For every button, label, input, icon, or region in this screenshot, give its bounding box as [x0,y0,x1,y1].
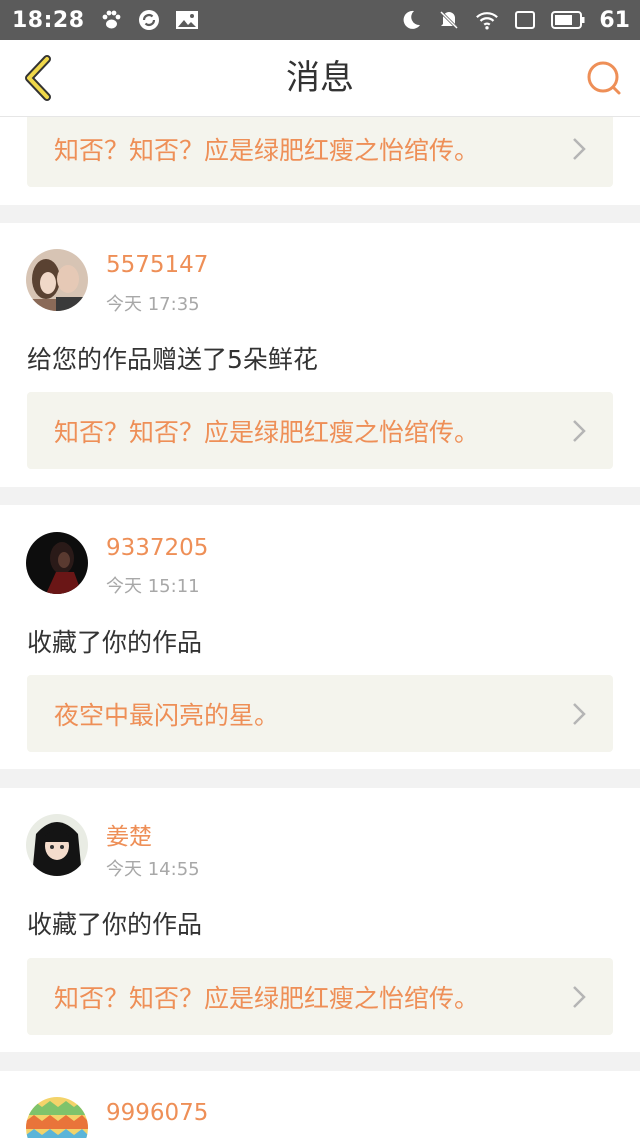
chevron-right-icon [559,129,599,169]
message-card: 9996075 [0,1071,640,1138]
screen-icon [513,8,537,32]
nav-bar: 消息 [0,40,640,117]
username[interactable]: 9996075 [106,1100,208,1126]
work-title: 夜空中最闪亮的星。 [54,700,280,730]
chevron-right-icon [559,977,599,1017]
work-title: 知否？知否？应是绿肥红瘦之怡绾传。 [54,135,480,165]
work-link[interactable]: 夜空中最闪亮的星。 [27,675,613,752]
message-text: 给您的作品赠送了5朵鲜花 [27,345,318,374]
status-bar-left: 18:28 [12,8,199,33]
avatar[interactable] [26,814,88,876]
moon-icon [399,8,423,32]
timestamp: 今天 15:11 [106,576,200,597]
work-link[interactable]: 知否？知否？应是绿肥红瘦之怡绾传。 [27,392,613,469]
mute-icon [437,8,461,32]
message-card: 姜楚 今天 14:55 收藏了你的作品 知否？知否？应是绿肥红瘦之怡绾传。 [0,788,640,1052]
timestamp: 今天 17:35 [106,294,200,315]
search-icon [587,61,621,95]
message-card: 5575147 今天 17:35 给您的作品赠送了5朵鲜花 知否？知否？应是绿肥… [0,223,640,487]
work-title: 知否？知否？应是绿肥红瘦之怡绾传。 [54,417,480,447]
status-bar-right: 61 [399,8,630,33]
image-icon [175,8,199,32]
avatar[interactable] [26,249,88,311]
search-button[interactable] [582,56,626,100]
username[interactable]: 9337205 [106,535,208,561]
work-link[interactable]: 知否？知否？应是绿肥红瘦之怡绾传。 [27,958,613,1035]
avatar[interactable] [26,532,88,594]
message-text: 收藏了你的作品 [27,628,203,657]
clock: 18:28 [12,7,85,33]
message-text: 收藏了你的作品 [27,910,203,939]
sync-icon [137,8,161,32]
paw-icon [99,8,123,32]
battery-level: 61 [599,7,630,33]
message-card: 知否？知否？应是绿肥红瘦之怡绾传。 [0,117,640,205]
username[interactable]: 5575147 [106,252,208,278]
timestamp: 今天 14:55 [106,859,200,880]
message-card: 9337205 今天 15:11 收藏了你的作品 夜空中最闪亮的星。 [0,505,640,769]
page-title: 消息 [286,58,354,98]
wifi-icon [475,8,499,32]
chevron-right-icon [559,694,599,734]
work-title: 知否？知否？应是绿肥红瘦之怡绾传。 [54,983,480,1013]
avatar[interactable] [26,1097,88,1138]
work-link[interactable]: 知否？知否？应是绿肥红瘦之怡绾传。 [27,117,613,187]
battery-icon [551,8,585,32]
status-bar: 18:28 61 [0,0,640,40]
message-list[interactable]: 知否？知否？应是绿肥红瘦之怡绾传。 5575147 今天 17:35 给您的作品… [0,117,640,1138]
chevron-right-icon [559,411,599,451]
username[interactable]: 姜楚 [106,817,152,851]
